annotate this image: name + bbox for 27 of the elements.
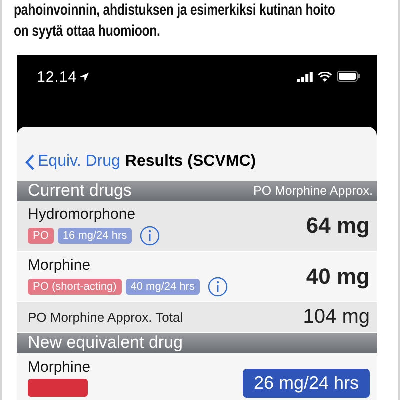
section-title: Current drugs — [28, 181, 132, 202]
drug-name: Morphine — [28, 256, 92, 274]
route-tag: PO (short-acting) — [28, 278, 122, 295]
drug-name: Hydromorphone — [28, 206, 137, 223]
article-text: pahoinvoinnin, ahdistuksen ja esimerkiksi kutinan hoito on syytä ottaa huomioon. — [14, 1, 336, 42]
total-amount: 104 mg — [303, 306, 370, 329]
status-time: 12.14 — [37, 69, 78, 86]
drug-amount: 64 mg — [306, 212, 370, 239]
info-icon[interactable] — [208, 276, 228, 297]
drug-amount: 40 mg — [306, 264, 370, 290]
route-tag — [28, 378, 88, 397]
info-icon[interactable] — [140, 226, 160, 246]
dose-button[interactable]: 26 mg/24 hrs — [242, 368, 370, 398]
signal-icon — [297, 72, 313, 82]
drug-name: Morphine — [28, 358, 91, 376]
nav-title: Results (SCVMC) — [125, 153, 256, 172]
back-link[interactable]: Equiv. Drug — [25, 153, 120, 172]
wifi-icon — [318, 72, 332, 82]
total-label: PO Morphine Approx. Total — [28, 310, 184, 325]
dose-tag: 16 mg/24 hrs — [58, 228, 132, 244]
chevron-left-icon — [25, 154, 35, 171]
route-tag: PO — [28, 228, 54, 244]
location-arrow-icon — [80, 73, 90, 82]
section-title: New equivalent drug — [28, 332, 183, 353]
column-label: PO Morphine Approx. — [253, 184, 373, 198]
dose-tag: 40 mg/24 hrs — [126, 278, 200, 295]
battery-icon — [337, 71, 361, 82]
